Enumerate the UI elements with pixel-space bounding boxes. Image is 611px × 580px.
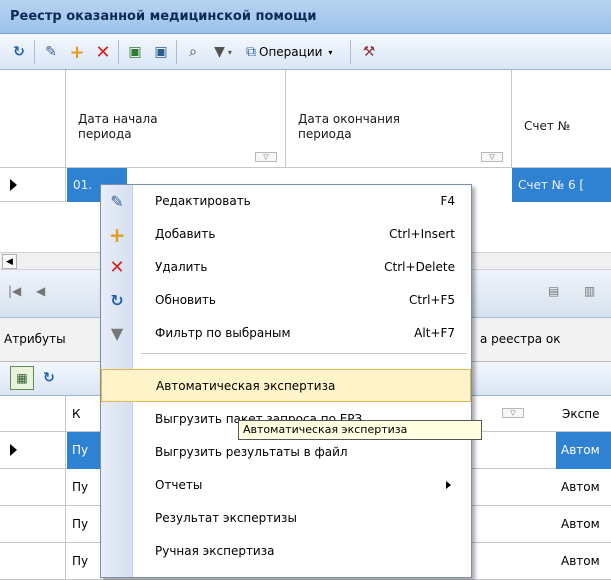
row-indicator (0, 469, 66, 506)
menu-separator (141, 353, 467, 354)
cell[interactable]: Автом (556, 469, 611, 506)
column-filter-button[interactable]: ▽ (255, 152, 277, 162)
chevron-down-icon: ▾ (328, 47, 333, 57)
add-icon[interactable]: + (66, 40, 88, 64)
cell[interactable]: Автом (556, 506, 611, 543)
scroll-left-icon[interactable]: ◀ (2, 254, 17, 269)
column-header-k[interactable]: К (72, 407, 81, 421)
refresh-icon[interactable]: ↻ (38, 366, 60, 390)
menu-item-manual-expertise[interactable]: Ручная экспертиза (101, 535, 471, 568)
edit-icon[interactable]: ✎ (40, 40, 62, 64)
save-icon[interactable]: ▣ (124, 40, 146, 64)
menu-item-delete[interactable]: ✕ Удалить Ctrl+Delete (101, 251, 471, 284)
menu-item-add[interactable]: + Добавить Ctrl+Insert (101, 218, 471, 251)
tab-attributes[interactable]: Атрибуты (4, 332, 66, 346)
column-header-start-date[interactable]: Дата начала периода ▽ (66, 70, 286, 168)
chevron-down-icon: ▾ (227, 47, 232, 57)
find-icon[interactable]: ⌕ (182, 40, 204, 64)
column-filter-button[interactable]: ▽ (502, 408, 524, 418)
refresh-icon[interactable]: ↻ (8, 40, 30, 64)
menu-item-refresh[interactable]: ↻ Обновить Ctrl+F5 (101, 284, 471, 317)
main-toolbar: ↻ ✎ + ✕ ▣ ▣ ⌕ ▼ ▾ ⧉ Операции ▾ ⚒ (0, 34, 611, 70)
row-indicator (0, 506, 66, 543)
filter-icon: ▼ (214, 44, 225, 60)
column-header-end-date[interactable]: Дата окончания периода ▽ (286, 70, 512, 168)
delete-icon: ✕ (109, 257, 125, 278)
cell[interactable]: Автом (556, 432, 611, 469)
edit-icon: ✎ (110, 192, 124, 211)
column-header-expertise[interactable]: Экспе (562, 407, 599, 421)
cell-invoice[interactable]: Счет № 6 [ (512, 168, 611, 202)
menu-item-export-results[interactable]: Выгрузить результаты в файл (101, 436, 471, 469)
row-indicator (0, 543, 66, 580)
tools-icon[interactable]: ⚒ (358, 40, 380, 64)
operations-icon: ⧉ (246, 44, 256, 60)
row-indicator (0, 432, 66, 469)
delete-icon[interactable]: ✕ (92, 40, 114, 64)
filter-dropdown-button[interactable]: ▼ ▾ (206, 40, 240, 64)
context-menu: ✎ Редактировать F4 + Добавить Ctrl+Inser… (100, 184, 472, 578)
menu-item-edit[interactable]: ✎ Редактировать F4 (101, 185, 471, 218)
row-indicator-header (0, 70, 66, 168)
cell[interactable]: Автом (556, 543, 611, 580)
nav-action-icon[interactable]: ▤ (548, 284, 559, 298)
row-indicator-header (0, 396, 66, 432)
column-filter-button[interactable]: ▽ (481, 152, 503, 162)
current-row-arrow-icon (10, 444, 17, 456)
menu-item-reports[interactable]: Отчеты (101, 469, 471, 502)
first-record-icon[interactable]: |◀ (8, 284, 21, 298)
window-title: Реестр оказанной медицинской помощи (10, 9, 317, 24)
menu-item-auto-expertise[interactable]: Автоматическая экспертиза (101, 369, 471, 402)
row-indicator (0, 168, 66, 202)
tooltip: Автоматическая экспертиза (238, 420, 482, 440)
menu-item-filter-selected[interactable]: ▼ Фильтр по выбраным Alt+F7 (101, 317, 471, 350)
refresh-icon: ↻ (110, 291, 124, 310)
expand-icon[interactable]: ▦ (10, 366, 34, 390)
menu-item-expertise-result[interactable]: Результат экспертизы (101, 502, 471, 535)
submenu-arrow-icon (446, 481, 451, 489)
operations-button[interactable]: ⧉ Операции ▾ (246, 40, 342, 64)
tab-registry[interactable]: а реестра ок (480, 332, 561, 346)
main-grid-header: Дата начала периода ▽ Дата окончания пер… (0, 70, 611, 168)
prev-page-icon[interactable]: ◀ (36, 284, 45, 298)
add-icon: + (108, 223, 126, 247)
window-title-bar: Реестр оказанной медицинской помощи (0, 0, 611, 34)
current-row-arrow-icon (10, 179, 17, 191)
nav-action2-icon[interactable]: ▥ (584, 284, 595, 298)
filter-icon: ▼ (110, 324, 124, 343)
column-header-invoice[interactable]: Счет № (512, 70, 611, 168)
save-all-icon[interactable]: ▣ (150, 40, 172, 64)
operations-label: Операции (259, 45, 323, 59)
